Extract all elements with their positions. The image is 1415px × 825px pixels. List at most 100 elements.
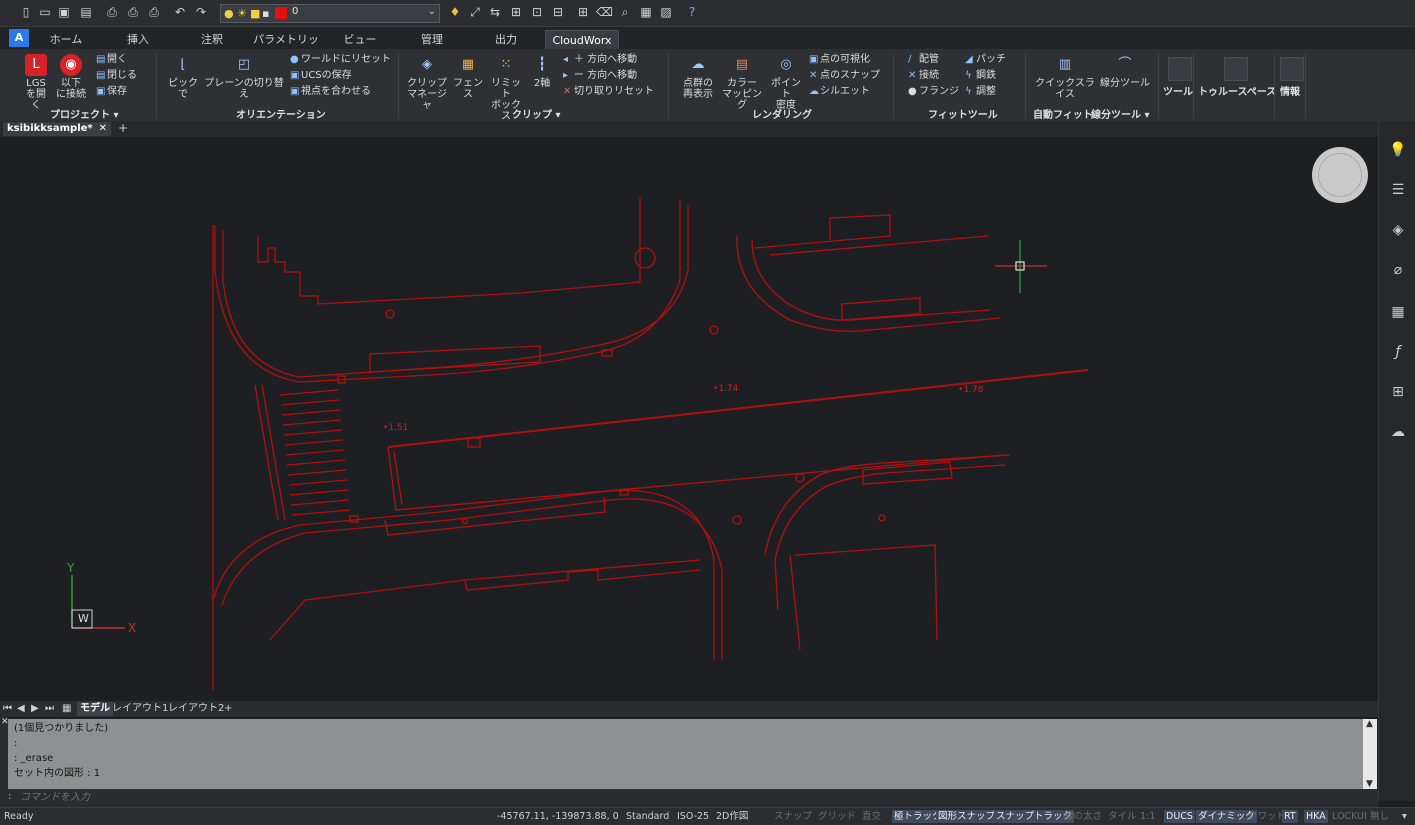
text-style[interactable]: Standard [626, 810, 669, 823]
find-icon[interactable]: ⌕ [617, 4, 633, 20]
lgs-open-button[interactable]: L LGS を開く [22, 54, 50, 111]
tab-home[interactable]: ホーム [44, 30, 88, 49]
points-snap-button[interactable]: ✕ 点のスナップ [809, 70, 880, 82]
properties-icon[interactable]: ☰ [1389, 181, 1407, 199]
match-layer-icon[interactable]: ⤢ [467, 4, 483, 20]
new-tab-icon[interactable]: + [118, 121, 128, 135]
application-menu-button[interactable]: A [9, 29, 29, 47]
patch-button[interactable]: ◢ パッチ [965, 54, 1006, 66]
grid-icon[interactable]: ▦ [62, 702, 71, 716]
status-toggle[interactable]: 1:1 [1140, 810, 1155, 823]
tab-output[interactable]: 出力 [484, 30, 528, 49]
layer-tool-icon[interactable]: ♦ [447, 4, 463, 20]
piping-button[interactable]: ∕ 配管 [908, 54, 939, 66]
next-layout-icon[interactable]: ▶ [31, 702, 39, 716]
layer-isolate-icon[interactable]: ⊡ [529, 4, 545, 20]
pattern-icon[interactable]: ▦ [1389, 303, 1407, 321]
help-icon[interactable]: ? [684, 4, 700, 20]
status-toggle[interactable]: 図形スナップ [936, 810, 998, 823]
close-button[interactable]: ▤ 閉じる [96, 70, 137, 82]
layer-previous-icon[interactable]: ⇆ [487, 4, 503, 20]
lightbulb-icon[interactable]: 💡 [1389, 141, 1407, 159]
tab-cloudworx[interactable]: CloudWorx [545, 30, 619, 50]
tree-icon[interactable]: ⊞ [1389, 383, 1407, 401]
status-toggle[interactable]: RT [1282, 810, 1298, 823]
tab-parametric[interactable]: パラメトリック [250, 30, 322, 65]
move-minus-button[interactable]: ▸ ー 方向へ移動 [563, 70, 637, 82]
redo-icon[interactable]: ↷ [193, 4, 209, 20]
align-view-button[interactable]: ▣ 視点を合わせる [290, 86, 371, 98]
group-truespace[interactable]: トゥルースペース [1198, 83, 1276, 98]
attach-icon[interactable]: ⌀ [1389, 261, 1407, 279]
connect-button[interactable]: ◉ 以下 に接続 [54, 54, 88, 100]
add-layout-icon[interactable]: + [224, 702, 232, 716]
command-line[interactable]: : [0, 789, 1378, 807]
silhouette-button[interactable]: ☁シルエット [809, 86, 870, 98]
status-menu-icon[interactable]: ▾ [1402, 810, 1407, 823]
status-toggle[interactable]: タイル [1108, 810, 1137, 823]
workspace-view[interactable]: 2D作図 [716, 810, 748, 823]
tab-layout2[interactable]: レイアウト2 [168, 702, 224, 716]
plane-switch-button[interactable]: ◰ プレーンの切り替え [203, 54, 285, 100]
group-project[interactable]: プロジェクト ▾ [50, 106, 119, 121]
scroll-up-icon[interactable]: ▲ [1366, 719, 1373, 729]
tab-insert[interactable]: 挿入 [116, 30, 160, 49]
save-as-icon[interactable]: ▤ [78, 4, 94, 20]
group-info[interactable]: 情報 [1280, 83, 1300, 98]
open-button[interactable]: ▤ 開く [96, 54, 127, 66]
open-icon[interactable]: ▭ [37, 4, 53, 20]
plot-icon[interactable]: ⎙ [104, 4, 120, 20]
layer-dropdown[interactable]: ● ☀ ■ ▪ 0 ⌄ [220, 4, 440, 23]
save-project-button[interactable]: ▣ 保存 [96, 86, 127, 98]
move-plus-button[interactable]: ◂ ＋ 方向へ移動 [563, 54, 637, 66]
point-density-button[interactable]: ◎ ポイント 密度 [767, 54, 805, 111]
group-clip[interactable]: クリップ ▾ [512, 106, 561, 121]
image-icon[interactable]: ▨ [658, 4, 674, 20]
tab-view[interactable]: ビュー [338, 30, 382, 49]
eraser-icon[interactable]: ⌫ [596, 4, 613, 20]
reset-cut-button[interactable]: ✕ 切り取りリセット [563, 86, 654, 98]
layers-icon[interactable]: ◈ [1389, 221, 1407, 239]
viewcube-navigation-wheel[interactable] [1312, 147, 1368, 203]
adjust-button[interactable]: ϟ 調整 [965, 86, 996, 98]
reset-world-button[interactable]: ● ワールドにリセット [290, 54, 391, 66]
status-toggle[interactable]: LOCKUI [1332, 810, 1367, 823]
new-icon[interactable]: ▯ [18, 4, 34, 20]
fence-button[interactable]: ▦ フェンス [452, 54, 484, 100]
command-input[interactable] [20, 790, 1360, 804]
layer-walk-icon[interactable]: ⊟ [550, 4, 566, 20]
save-icon[interactable]: ▣ [56, 4, 72, 20]
save-ucs-button[interactable]: ▣ UCSの保存 [290, 70, 352, 82]
publish-icon[interactable]: ⎙ [146, 4, 162, 20]
axis2-button[interactable]: ┇ 2軸 [529, 54, 555, 89]
status-toggle[interactable]: DUCS [1164, 810, 1195, 823]
calculator-icon[interactable]: ▦ [638, 4, 654, 20]
undo-icon[interactable]: ↶ [172, 4, 188, 20]
dim-style[interactable]: ISO-25 [677, 810, 709, 823]
status-toggle[interactable]: 直交 [862, 810, 881, 823]
status-toggle[interactable]: スナップトラック [994, 810, 1075, 823]
scroll-down-icon[interactable]: ▼ [1366, 779, 1373, 789]
fit-connect-button[interactable]: ✕ 接続 [908, 70, 939, 82]
group-tool[interactable]: ツール [1163, 83, 1193, 98]
steel-button[interactable]: ϟ 鋼鉄 [965, 70, 996, 82]
function-icon[interactable]: ƒ [1389, 343, 1407, 361]
print-preview-icon[interactable]: ⎙ [125, 4, 141, 20]
layer-state-icon[interactable]: ⊞ [508, 4, 524, 20]
tab-annotate[interactable]: 注釈 [190, 30, 234, 49]
clip-manager-button[interactable]: ◈ クリップ マネージャ [405, 54, 449, 111]
status-toggle[interactable]: スナップ [774, 810, 812, 823]
prev-layout-icon[interactable]: ◀ [17, 702, 25, 716]
cloud-icon[interactable]: ☁ [1389, 423, 1407, 441]
coordinates-readout[interactable]: -45767.11, -139873.88, 0 [497, 810, 619, 823]
status-toggle[interactable]: HKA [1304, 810, 1328, 823]
last-layout-icon[interactable]: ⏭ [45, 702, 54, 716]
close-icon[interactable]: ✕ [99, 122, 107, 136]
tab-manage[interactable]: 管理 [410, 30, 454, 49]
point-display-button[interactable]: ☁ 点群の 再表示 [679, 54, 717, 100]
flange-button[interactable]: ● フランジ [908, 86, 959, 98]
status-toggle[interactable]: 無し [1370, 810, 1389, 823]
group-line-tool[interactable]: 線分ツール ▾ [1091, 106, 1150, 121]
tab-model[interactable]: モデル [77, 702, 113, 716]
color-mapping-button[interactable]: ▤ カラー マッピング [720, 54, 764, 111]
